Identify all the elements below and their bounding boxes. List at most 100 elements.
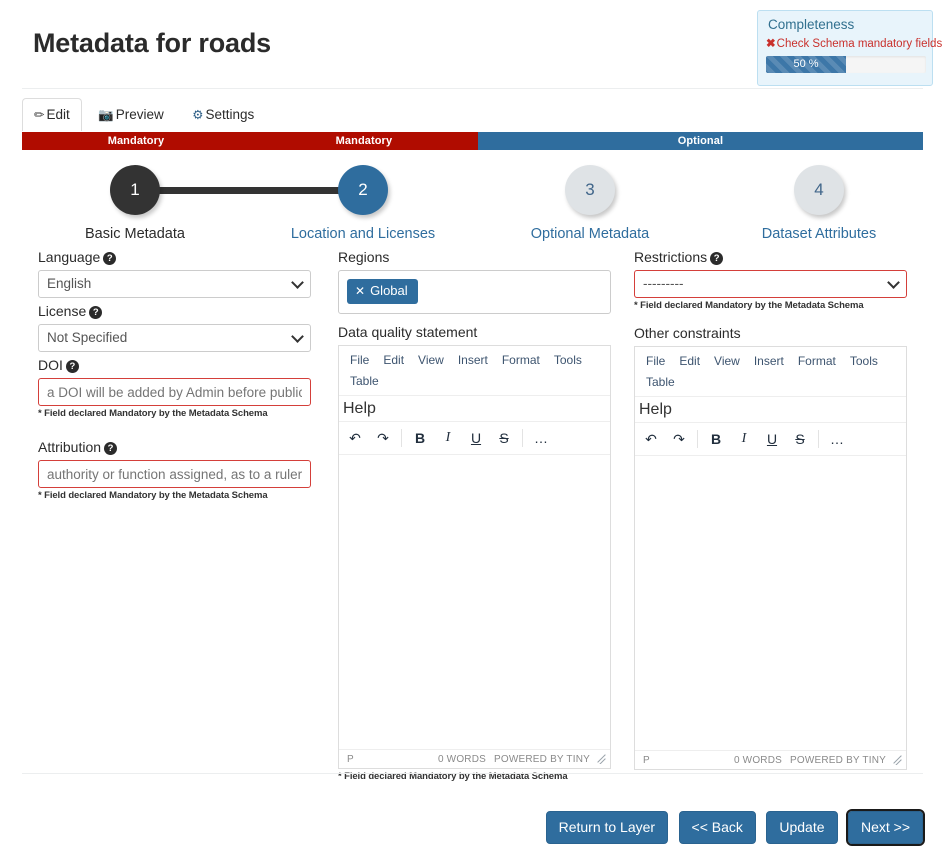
- italic-icon[interactable]: I: [434, 425, 462, 451]
- step-3-circle[interactable]: 3: [565, 165, 615, 215]
- editor-statusbar: p 0 WORDS POWERED BY TINY: [635, 750, 906, 769]
- other-constraints-editor-body[interactable]: [635, 456, 906, 750]
- column-regions-quality: Regions ✕ Global Data quality statement F…: [338, 248, 611, 791]
- close-icon[interactable]: ✕: [355, 284, 365, 298]
- attribution-input[interactable]: [38, 460, 311, 488]
- return-to-layer-button[interactable]: Return to Layer: [545, 811, 669, 844]
- bold-icon[interactable]: B: [406, 425, 434, 451]
- bold-icon[interactable]: B: [702, 426, 730, 452]
- italic-icon[interactable]: I: [730, 426, 758, 452]
- editor-menubar-row-2: Help: [635, 397, 906, 423]
- language-label: Language?: [38, 248, 311, 267]
- editor-menubar-row-2: Help: [339, 396, 610, 422]
- menu-table[interactable]: Table: [639, 372, 682, 393]
- license-select[interactable]: Not Specified: [38, 324, 311, 352]
- menu-help[interactable]: Help: [343, 400, 376, 418]
- menu-view[interactable]: View: [411, 350, 451, 371]
- regions-tag-input[interactable]: ✕ Global: [338, 270, 611, 314]
- stepper-step-3[interactable]: 3 Optional Metadata: [500, 160, 680, 242]
- data-quality-editor-body[interactable]: [339, 455, 610, 749]
- redo-icon[interactable]: ↷: [369, 425, 397, 451]
- menu-format[interactable]: Format: [495, 350, 547, 371]
- help-icon[interactable]: ?: [89, 306, 103, 319]
- help-icon[interactable]: ?: [104, 442, 118, 455]
- menu-edit[interactable]: Edit: [376, 350, 411, 371]
- requirement-segment-mandatory-2: Mandatory: [249, 132, 478, 150]
- tab-edit-label: Edit: [46, 107, 70, 122]
- editor-statusbar: p 0 WORDS POWERED BY TINY: [339, 749, 610, 768]
- help-icon[interactable]: ?: [710, 252, 724, 265]
- column-basic-fields: Language? English License? Not Specified…: [38, 248, 311, 510]
- doi-label: DOI?: [38, 356, 311, 375]
- menu-help[interactable]: Help: [639, 401, 672, 419]
- restrictions-select[interactable]: ---------: [634, 270, 907, 298]
- menu-table[interactable]: Table: [343, 371, 386, 392]
- underline-icon[interactable]: U: [758, 426, 786, 452]
- tab-preview[interactable]: 📷 Preview: [86, 98, 176, 131]
- data-quality-statement-label: Data quality statement: [338, 324, 478, 340]
- stepper-connector: [135, 187, 363, 194]
- tab-edit[interactable]: ✏ Edit: [22, 98, 82, 131]
- attribution-label-text: Attribution: [38, 439, 102, 455]
- check-schema-mandatory-fields-link[interactable]: ✖Check Schema mandatory fields: [766, 36, 942, 53]
- menu-insert[interactable]: Insert: [451, 350, 495, 371]
- stepper-step-2[interactable]: 2 Location and Licenses: [273, 160, 453, 242]
- check-schema-label: Check Schema mandatory fields: [776, 38, 943, 50]
- undo-icon[interactable]: ↶: [341, 425, 369, 451]
- menu-tools[interactable]: Tools: [547, 350, 589, 371]
- strikethrough-icon[interactable]: S: [786, 426, 814, 452]
- language-select[interactable]: English: [38, 270, 311, 298]
- completeness-title: Completeness: [768, 17, 855, 32]
- restrictions-label-text: Restrictions: [634, 249, 708, 265]
- column-restrictions-constraints: Restrictions? --------- * Field declared…: [634, 248, 907, 770]
- language-label-text: Language: [38, 249, 101, 265]
- attribution-label: Attribution?: [38, 438, 311, 457]
- menu-insert[interactable]: Insert: [747, 351, 791, 372]
- license-select-wrap: Not Specified: [38, 324, 311, 352]
- editor-toolbar: ↶ ↷ B I U S …: [339, 422, 610, 455]
- resize-handle-icon[interactable]: [596, 754, 606, 764]
- step-4-circle[interactable]: 4: [794, 165, 844, 215]
- stepper-step-4[interactable]: 4 Dataset Attributes: [729, 160, 909, 242]
- underline-icon[interactable]: U: [462, 425, 490, 451]
- strikethrough-icon[interactable]: S: [490, 425, 518, 451]
- menu-tools[interactable]: Tools: [843, 351, 885, 372]
- redo-icon[interactable]: ↷: [665, 426, 693, 452]
- doi-input[interactable]: [38, 378, 311, 406]
- editor-word-count: 0 WORDS: [437, 753, 487, 765]
- camera-icon: 📷: [98, 108, 114, 122]
- toolbar-separator: [697, 430, 698, 448]
- editor-menubar-row-1: File Edit View Insert Format Tools Table: [339, 346, 610, 396]
- undo-icon[interactable]: ↶: [637, 426, 665, 452]
- tab-bar: ✏ Edit 📷 Preview ⚙ Settings: [22, 98, 923, 131]
- back-button[interactable]: << Back: [678, 811, 756, 844]
- completeness-progress-fill: 50 %: [766, 56, 846, 73]
- more-icon[interactable]: …: [823, 426, 851, 452]
- menu-edit[interactable]: Edit: [672, 351, 707, 372]
- step-2-circle[interactable]: 2: [338, 165, 388, 215]
- help-icon[interactable]: ?: [65, 360, 79, 373]
- page-title: Metadata for roads: [33, 28, 271, 58]
- doi-label-text: DOI: [38, 357, 63, 373]
- gear-icon: ⚙: [192, 108, 204, 122]
- step-1-circle[interactable]: 1: [110, 165, 160, 215]
- data-quality-editor: File Edit View Insert Format Tools Table…: [338, 345, 611, 769]
- menu-view[interactable]: View: [707, 351, 747, 372]
- completeness-progress-bar: 50 %: [766, 56, 926, 73]
- menu-file[interactable]: File: [343, 350, 376, 371]
- step-1-label: Basic Metadata: [85, 226, 185, 242]
- step-2-label: Location and Licenses: [290, 226, 436, 242]
- attribution-mandatory-note: * Field declared Mandatory by the Metada…: [38, 490, 268, 501]
- next-button[interactable]: Next >>: [845, 809, 926, 846]
- menu-format[interactable]: Format: [791, 351, 843, 372]
- tab-settings[interactable]: ⚙ Settings: [180, 98, 266, 131]
- stepper-step-1[interactable]: 1 Basic Metadata: [45, 160, 225, 242]
- help-icon[interactable]: ?: [103, 252, 117, 265]
- update-button[interactable]: Update: [766, 811, 838, 844]
- resize-handle-icon[interactable]: [892, 755, 902, 765]
- more-icon[interactable]: …: [527, 425, 555, 451]
- menu-file[interactable]: File: [639, 351, 672, 372]
- region-tag-global[interactable]: ✕ Global: [347, 279, 418, 304]
- restrictions-select-wrap: ---------: [634, 270, 907, 298]
- language-select-wrap: English: [38, 270, 311, 298]
